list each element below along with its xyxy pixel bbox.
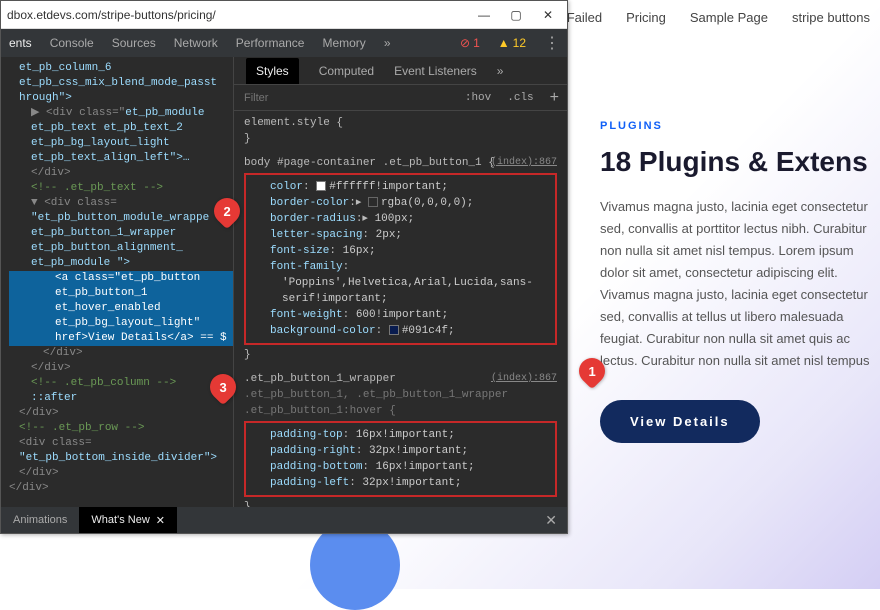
subtab-event-listeners[interactable]: Event Listeners <box>394 64 477 78</box>
source-link[interactable]: (index):867 <box>491 371 557 387</box>
drawer-tab-animations[interactable]: Animations <box>1 507 79 533</box>
nav-item[interactable]: Pricing <box>626 10 666 25</box>
window-titlebar: dbox.etdevs.com/stripe-buttons/pricing/ … <box>1 1 567 29</box>
highlighted-rule-block: color: #ffffff!important; border-color:▸… <box>244 173 557 345</box>
highlighted-rule-block: padding-top: 16px!important; padding-rig… <box>244 421 557 497</box>
eyebrow-label: PLUGINS <box>600 120 880 132</box>
subtabs-overflow-icon[interactable]: » <box>497 64 504 78</box>
minimize-button[interactable]: — <box>471 5 497 25</box>
tab-network[interactable]: Network <box>174 36 218 50</box>
drawer-tab-whats-new[interactable]: What's New ✕ <box>79 507 177 533</box>
tab-console[interactable]: Console <box>50 36 94 50</box>
devtools-tabs: ents Console Sources Network Performance… <box>1 29 567 57</box>
tab-sources[interactable]: Sources <box>112 36 156 50</box>
cls-toggle[interactable]: .cls <box>499 92 541 104</box>
tab-elements[interactable]: ents <box>9 36 32 50</box>
kebab-menu-icon[interactable]: ⋮ <box>544 33 559 53</box>
page-headline: 18 Plugins & Extens <box>600 146 880 178</box>
subtab-computed[interactable]: Computed <box>319 64 374 78</box>
warning-badge[interactable]: ▲ 12 <box>498 36 526 50</box>
devtools-window: dbox.etdevs.com/stripe-buttons/pricing/ … <box>0 0 568 534</box>
styles-filter-input[interactable] <box>234 92 457 104</box>
nav-item[interactable]: Sample Page <box>690 10 768 25</box>
tabs-overflow-icon[interactable]: » <box>384 36 391 50</box>
address-bar: dbox.etdevs.com/stripe-buttons/pricing/ <box>7 8 465 22</box>
view-details-button[interactable]: View Details <box>600 400 760 443</box>
add-rule-icon[interactable]: + <box>542 89 567 107</box>
nav-item[interactable]: stripe buttons <box>792 10 870 25</box>
body-text: Vivamus magna justo, lacinia eget consec… <box>600 196 880 372</box>
error-badge[interactable]: ⊘ 1 <box>460 36 480 50</box>
top-nav: yment Failed Pricing Sample Page stripe … <box>528 10 870 25</box>
elements-tree[interactable]: et_pb_column_6 et_pb_css_mix_blend_mode_… <box>1 57 233 507</box>
maximize-button[interactable]: ▢ <box>503 5 529 25</box>
tab-memory[interactable]: Memory <box>322 36 365 50</box>
subtab-styles[interactable]: Styles <box>246 58 299 84</box>
drawer-close-icon[interactable]: ✕ <box>535 512 567 529</box>
close-button[interactable]: ✕ <box>535 5 561 25</box>
styles-pane[interactable]: element.style { } (index):867 body #page… <box>234 111 567 507</box>
selected-element[interactable]: <a class="et_pb_button et_pb_button_1 et… <box>9 271 233 346</box>
styles-subtabs: Styles Computed Event Listeners » <box>234 57 567 85</box>
drawer-bar: Animations What's New ✕ ✕ <box>1 507 567 533</box>
close-tab-icon[interactable]: ✕ <box>156 514 165 527</box>
tab-performance[interactable]: Performance <box>236 36 305 50</box>
hov-toggle[interactable]: :hov <box>457 92 499 104</box>
source-link[interactable]: (index):867 <box>491 155 557 171</box>
